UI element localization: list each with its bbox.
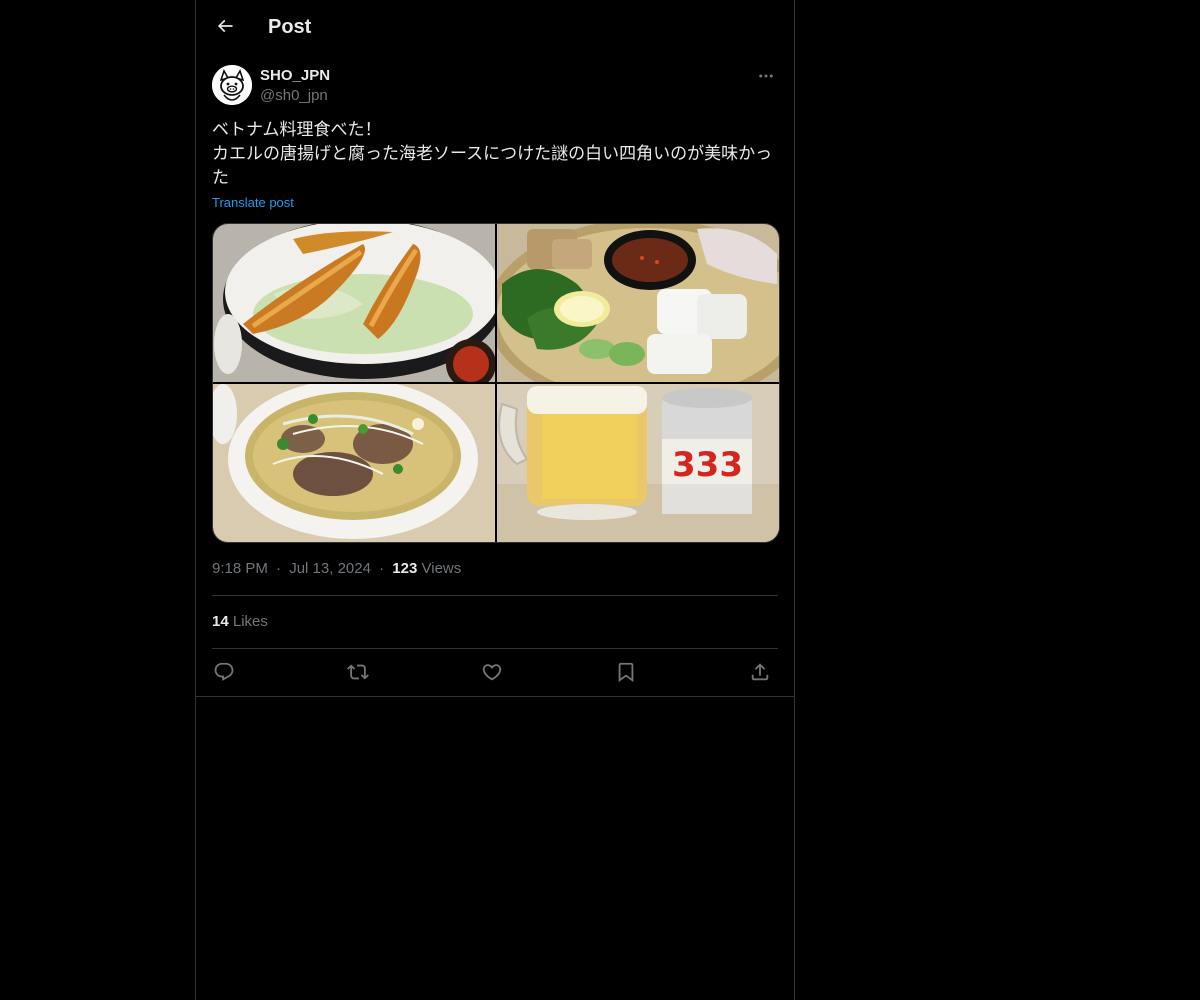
likes-label: Likes (232, 613, 268, 630)
user-handle[interactable]: @sh0_jpn (260, 86, 328, 106)
photo-herbs-rice-cakes (497, 224, 779, 382)
photo-fried-frog (213, 224, 495, 382)
likes-stat[interactable]: 14 Likes (212, 612, 268, 632)
divider (196, 696, 794, 697)
post-text-line: カエルの唐揚げと腐った海老ソースにつけた謎の白い四角いのが美味かった (212, 144, 773, 188)
photo-pho (213, 384, 495, 542)
reply-button[interactable] (212, 660, 236, 684)
media-photo-2[interactable] (497, 224, 779, 382)
display-name[interactable]: SHO_JPN (260, 66, 330, 86)
more-options-button[interactable] (754, 64, 778, 88)
media-photo-3[interactable] (213, 384, 495, 542)
translate-post-link[interactable]: Translate post (212, 194, 294, 212)
share-icon (751, 663, 769, 681)
cartoon-avatar-icon (212, 65, 252, 105)
author-row: SHO_JPN @sh0_jpn (212, 64, 778, 106)
arrow-left-icon (217, 19, 233, 33)
post-text-line: ベトナム料理食べた！ (212, 120, 382, 140)
views-label: Views (421, 560, 462, 577)
avatar[interactable] (212, 65, 252, 105)
views-count: 123 (392, 560, 418, 577)
divider (212, 648, 778, 649)
media-photo-1[interactable] (213, 224, 495, 382)
likes-count: 14 (212, 613, 229, 630)
heart-icon (482, 664, 502, 681)
divider (212, 595, 778, 596)
back-button[interactable] (208, 9, 242, 43)
svg-text:333: 333 (672, 445, 743, 485)
action-bar (212, 654, 778, 690)
repost-icon (347, 664, 369, 680)
post-text: ベトナム料理食べた！ カエルの唐揚げと腐った海老ソースにつけた謎の白い四角いのが… (212, 118, 778, 190)
post-header: Post (196, 0, 794, 53)
media-grid: 333 (212, 223, 780, 543)
page-title: Post (268, 16, 312, 38)
more-horizontal-icon (759, 74, 773, 78)
like-button[interactable] (480, 660, 504, 684)
post-meta: 9:18 PM · Jul 13, 2024 · 123 Views (212, 559, 461, 579)
bookmark-icon (618, 662, 634, 683)
meta-separator: · (276, 560, 282, 577)
post-time[interactable]: 9:18 PM (212, 560, 268, 577)
reply-icon (214, 662, 234, 681)
media-photo-4[interactable]: 333 (497, 384, 779, 542)
bookmark-button[interactable] (614, 660, 638, 684)
post-column: Post SHO_JPN @sh0_jpn ベトナム料理食べた！ カエルの唐揚げ… (195, 0, 795, 1000)
meta-separator: · (379, 560, 385, 577)
post-date[interactable]: Jul 13, 2024 (289, 560, 371, 577)
photo-beer: 333 (497, 384, 779, 542)
share-button[interactable] (748, 660, 772, 684)
repost-button[interactable] (346, 660, 370, 684)
